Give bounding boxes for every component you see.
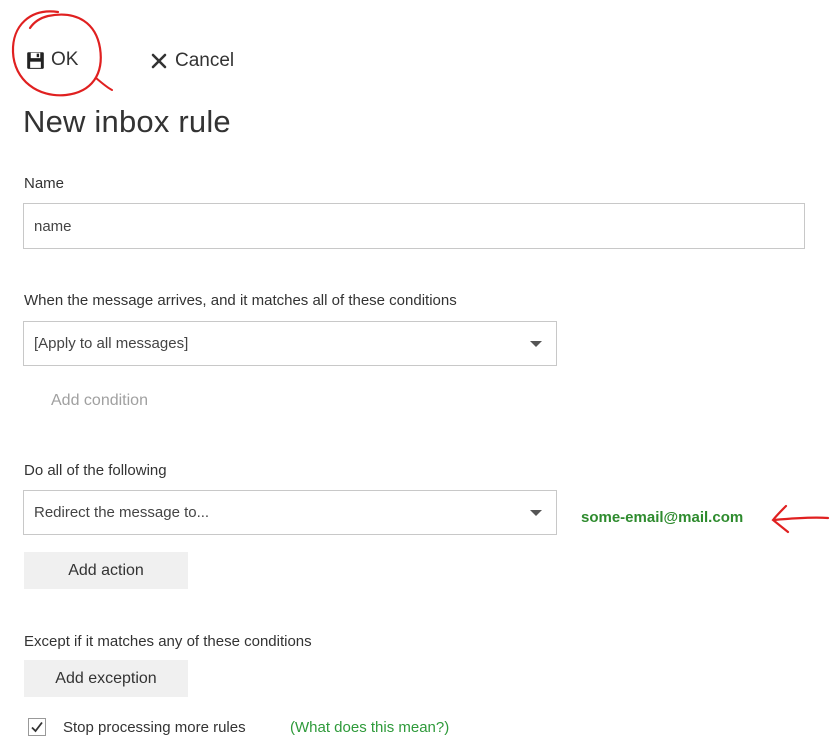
action-select-value: Redirect the message to... bbox=[34, 504, 210, 521]
conditions-label: When the message arrives, and it matches… bbox=[24, 292, 457, 309]
cancel-button[interactable]: Cancel bbox=[151, 50, 234, 72]
stop-processing-checkbox[interactable] bbox=[28, 718, 46, 736]
exceptions-label: Except if it matches any of these condit… bbox=[24, 633, 312, 650]
annotation-arrow bbox=[771, 504, 830, 534]
stop-processing-label: Stop processing more rules bbox=[63, 719, 246, 736]
add-exception-button[interactable]: Add exception bbox=[24, 660, 188, 697]
chevron-down-icon bbox=[530, 509, 542, 516]
add-condition-button[interactable]: Add condition bbox=[51, 392, 148, 410]
condition-select[interactable]: [Apply to all messages] bbox=[23, 321, 557, 366]
cancel-button-label: Cancel bbox=[175, 50, 235, 71]
close-icon bbox=[151, 53, 167, 69]
condition-select-value: [Apply to all messages] bbox=[34, 335, 189, 352]
annotation-circle bbox=[11, 10, 113, 97]
action-select[interactable]: Redirect the message to... bbox=[23, 490, 557, 535]
checkmark-icon bbox=[31, 721, 43, 733]
name-label: Name bbox=[24, 175, 65, 192]
redirect-recipient[interactable]: some-email@mail.com bbox=[581, 509, 743, 526]
what-does-this-mean-link[interactable]: (What does this mean?) bbox=[290, 719, 449, 736]
page-title: New inbox rule bbox=[23, 104, 231, 139]
chevron-down-icon bbox=[530, 340, 542, 347]
name-input[interactable] bbox=[23, 203, 805, 249]
actions-label: Do all of the following bbox=[24, 462, 167, 479]
add-action-button[interactable]: Add action bbox=[24, 552, 188, 589]
inbox-rule-editor: OK Cancel New inbox rule Name When the m… bbox=[0, 0, 830, 740]
